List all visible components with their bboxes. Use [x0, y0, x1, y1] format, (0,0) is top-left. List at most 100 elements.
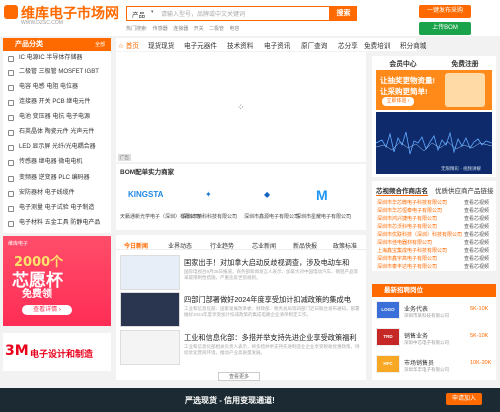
shop-name[interactable]: 深圳市优联科技（深圳）科技有限公司 [377, 232, 462, 238]
sidebar-item[interactable]: 连接器 开关 PCB 继电元件 [3, 96, 111, 110]
shop-name[interactable]: 上海鑫宝集成电子科技有限公司 [377, 248, 447, 254]
job-title[interactable]: 销售业务 [404, 331, 428, 340]
promo-image [445, 73, 485, 107]
list-item[interactable]: 深圳市鸿兴捷电子有限公司 查看芯视频 [377, 215, 492, 222]
hot-word-link[interactable]: 二极管 [209, 26, 224, 32]
sidebar-item-label: IC 电源IC 半导体存储器 [19, 55, 83, 61]
vendor-name[interactable]: 深圳市星耀电子有限公司 [296, 213, 351, 220]
publish-purchase-button[interactable]: 一键发布采购 [419, 5, 471, 18]
sidebar-item[interactable]: 传感器 继电器 微电电机 [3, 156, 111, 170]
job-company: 深圳市某科技有限公司 [404, 313, 449, 318]
nav-chip-share[interactable]: 芯分享 [338, 40, 358, 50]
view-video-link[interactable]: 查看芯视频 [464, 223, 489, 230]
view-video-link[interactable]: 查看芯视频 [464, 247, 489, 254]
sidebar-item-label: 变频器 逆变器 PLC 编码器 [19, 175, 90, 181]
bom-vendor-card[interactable] [244, 182, 300, 210]
tab-free-register[interactable]: 免费注册 [434, 58, 496, 68]
sidebar-item[interactable]: LED 显示屏 光纤/光电耦合器 [3, 141, 111, 155]
sidebar-item[interactable]: 变频器 逆变器 PLC 编码器 [3, 172, 111, 186]
nav-free-training[interactable]: 免费培训 [364, 40, 390, 50]
job-title[interactable]: 业务代表 [404, 304, 428, 313]
view-video-link[interactable]: 查看芯视频 [464, 215, 489, 222]
wave-ad-caption: 无限精彩 · 视频讲解 [441, 166, 481, 171]
search-category-select[interactable]: 产品 [132, 9, 145, 19]
news-thumbnail[interactable] [120, 255, 180, 290]
sidebar-item[interactable]: IC 电源IC 半导体存储器 [3, 52, 111, 66]
tab-industry-trends[interactable]: 行业趋势 [210, 241, 234, 250]
view-video-link[interactable]: 查看芯视频 [464, 239, 489, 246]
shop-name[interactable]: 深圳市鸿兴捷电子有限公司 [377, 216, 437, 222]
apply-join-button[interactable]: 申请加入 [446, 393, 482, 405]
shop-name[interactable]: 深圳市鑫宇高电子有限公司 [377, 256, 437, 262]
bom-vendor-card[interactable] [306, 182, 362, 210]
list-item[interactable]: 深圳市泰丰达电子有限公司 查看芯视频 [377, 263, 492, 270]
upload-bom-button[interactable]: 上传BOM [419, 22, 471, 35]
job-salary: 5K-10K [470, 306, 489, 312]
view-video-link[interactable]: 查看芯视频 [464, 255, 489, 262]
logo-icon[interactable] [4, 5, 18, 19]
shop-name[interactable]: 深圳市佳电器材有限公司 [377, 240, 432, 246]
tab-industry-dynamics[interactable]: 业界动态 [168, 241, 192, 250]
tab-policy-standards[interactable]: 政策标准 [333, 241, 357, 250]
hot-word-link[interactable]: 传感器 [153, 26, 168, 32]
shop-name[interactable]: 深圳市芯沃科电子有限公司 [377, 224, 437, 230]
vendor-name[interactable]: 深圳市鑫源电子有限公司 [244, 213, 299, 220]
nav-tech-docs[interactable]: 技术资料 [227, 40, 253, 50]
news-thumbnail[interactable] [120, 292, 180, 327]
sidebar-item[interactable]: 电子材料 五金工具 防静电产品 [3, 217, 111, 231]
tab-today-news[interactable]: 今日新闻 [124, 241, 148, 250]
shop-name[interactable]: 深圳市华芯微电子科技有限公司 [377, 200, 447, 206]
view-video-link[interactable]: 查看芯视频 [464, 231, 489, 238]
list-item[interactable]: 深圳市鑫宇高电子有限公司 查看芯视频 [377, 255, 492, 262]
category-icon [8, 130, 14, 136]
tab-chip-news[interactable]: 芯业新闻 [252, 241, 276, 250]
company-logo: HFC [376, 355, 400, 373]
news-thumbnail[interactable] [120, 330, 180, 365]
promo-detail-button[interactable]: 查看详情 › [22, 305, 72, 315]
list-item[interactable]: 深圳市芯沃科电子有限公司 查看芯视频 [377, 223, 492, 230]
search-button[interactable]: 搜索 [330, 6, 357, 21]
hot-word-link[interactable]: 电容 [229, 26, 239, 32]
tab-member-center[interactable]: 会员中心 [372, 58, 434, 68]
nav-spot-goods[interactable]: 现货现货 [148, 40, 174, 50]
tab-new-products[interactable]: 新品快报 [293, 241, 317, 250]
chevron-down-icon[interactable]: ▾ [151, 9, 154, 15]
list-item[interactable]: 深圳市优联科技（深圳）科技有限公司 查看芯视频 [377, 231, 492, 238]
sidebar-item-label: 石英晶体 陶瓷元件 光声元件 [19, 129, 95, 135]
vendor-name[interactable]: 深圳市精科科技有限公司 [182, 213, 237, 220]
view-video-link[interactable]: 查看芯视频 [464, 207, 489, 214]
news-title[interactable]: 四部门部署做好2024年度享受加计扣减政策的集成电 [184, 295, 351, 305]
news-title[interactable]: 国家出手！对加拿大启动反歧视调查，涉及电动车和 [184, 258, 349, 268]
sidebar-item[interactable]: 石英晶体 陶瓷元件 光声元件 [3, 126, 111, 140]
nav-points-mall[interactable]: 积分商城 [400, 40, 426, 50]
view-more-button[interactable]: 查看更多 [218, 372, 260, 381]
hot-word-link[interactable]: 连接器 [173, 26, 188, 32]
list-item[interactable]: 深圳市佳电器材有限公司 查看芯视频 [377, 239, 492, 246]
sidebar-item[interactable]: 电池 变压器 电抗 电子电源 [3, 111, 111, 125]
sidebar-item[interactable]: 二极管 三极管 MOSFET IGBT [3, 66, 111, 80]
view-video-link[interactable]: 查看芯视频 [464, 263, 489, 270]
shop-name[interactable]: 深圳市华芯恒泰电子有限公司 [377, 208, 442, 214]
list-item[interactable]: 深圳市华芯恒泰电子有限公司 查看芯视频 [377, 207, 492, 214]
news-summary: 工业和信息化部、国家发展改革委、财政部、税务总局等四部门近日联合发布通知，部署做… [184, 306, 360, 317]
tab-supplier-links[interactable]: 优质供应商产品链接 [435, 185, 494, 195]
bom-promo-button[interactable]: 立即体验 › [382, 97, 414, 106]
shop-name[interactable]: 深圳市泰丰达电子有限公司 [377, 264, 437, 270]
list-item[interactable]: 上海鑫宝集成电子科技有限公司 查看芯视频 [377, 247, 492, 254]
nav-factory-search[interactable]: 原厂查询 [301, 40, 327, 50]
sidebar-item[interactable]: 电子测量 电子试验 电子制造 [3, 202, 111, 216]
view-video-link[interactable]: 查看芯视频 [464, 199, 489, 206]
wave-video-ad[interactable] [375, 112, 493, 174]
sidebar-item[interactable]: 电容 电感 电阻 电位器 [3, 81, 111, 95]
nav-news[interactable]: 电子资讯 [264, 40, 290, 50]
search-input[interactable]: 请输入型号，品牌或中文关键词 [161, 9, 245, 18]
tab-video-shops[interactable]: 芯视频合作商店名 [376, 185, 428, 196]
job-title[interactable]: 市场销售员 [404, 358, 434, 367]
sidebar-more-link[interactable]: 全部 [95, 41, 105, 48]
nav-components[interactable]: 电子元器件 [184, 40, 217, 50]
hot-word-link[interactable]: 开关 [194, 26, 204, 32]
nav-home[interactable]: ☆ 首页 [118, 40, 139, 50]
list-item[interactable]: 深圳市华芯微电子科技有限公司 查看芯视频 [377, 199, 492, 206]
sidebar-item[interactable]: 安防器材 电子线缆件 [3, 187, 111, 201]
news-title[interactable]: 工业和信息化部：多措并举支持先进企业享受政策福利 [184, 333, 357, 343]
